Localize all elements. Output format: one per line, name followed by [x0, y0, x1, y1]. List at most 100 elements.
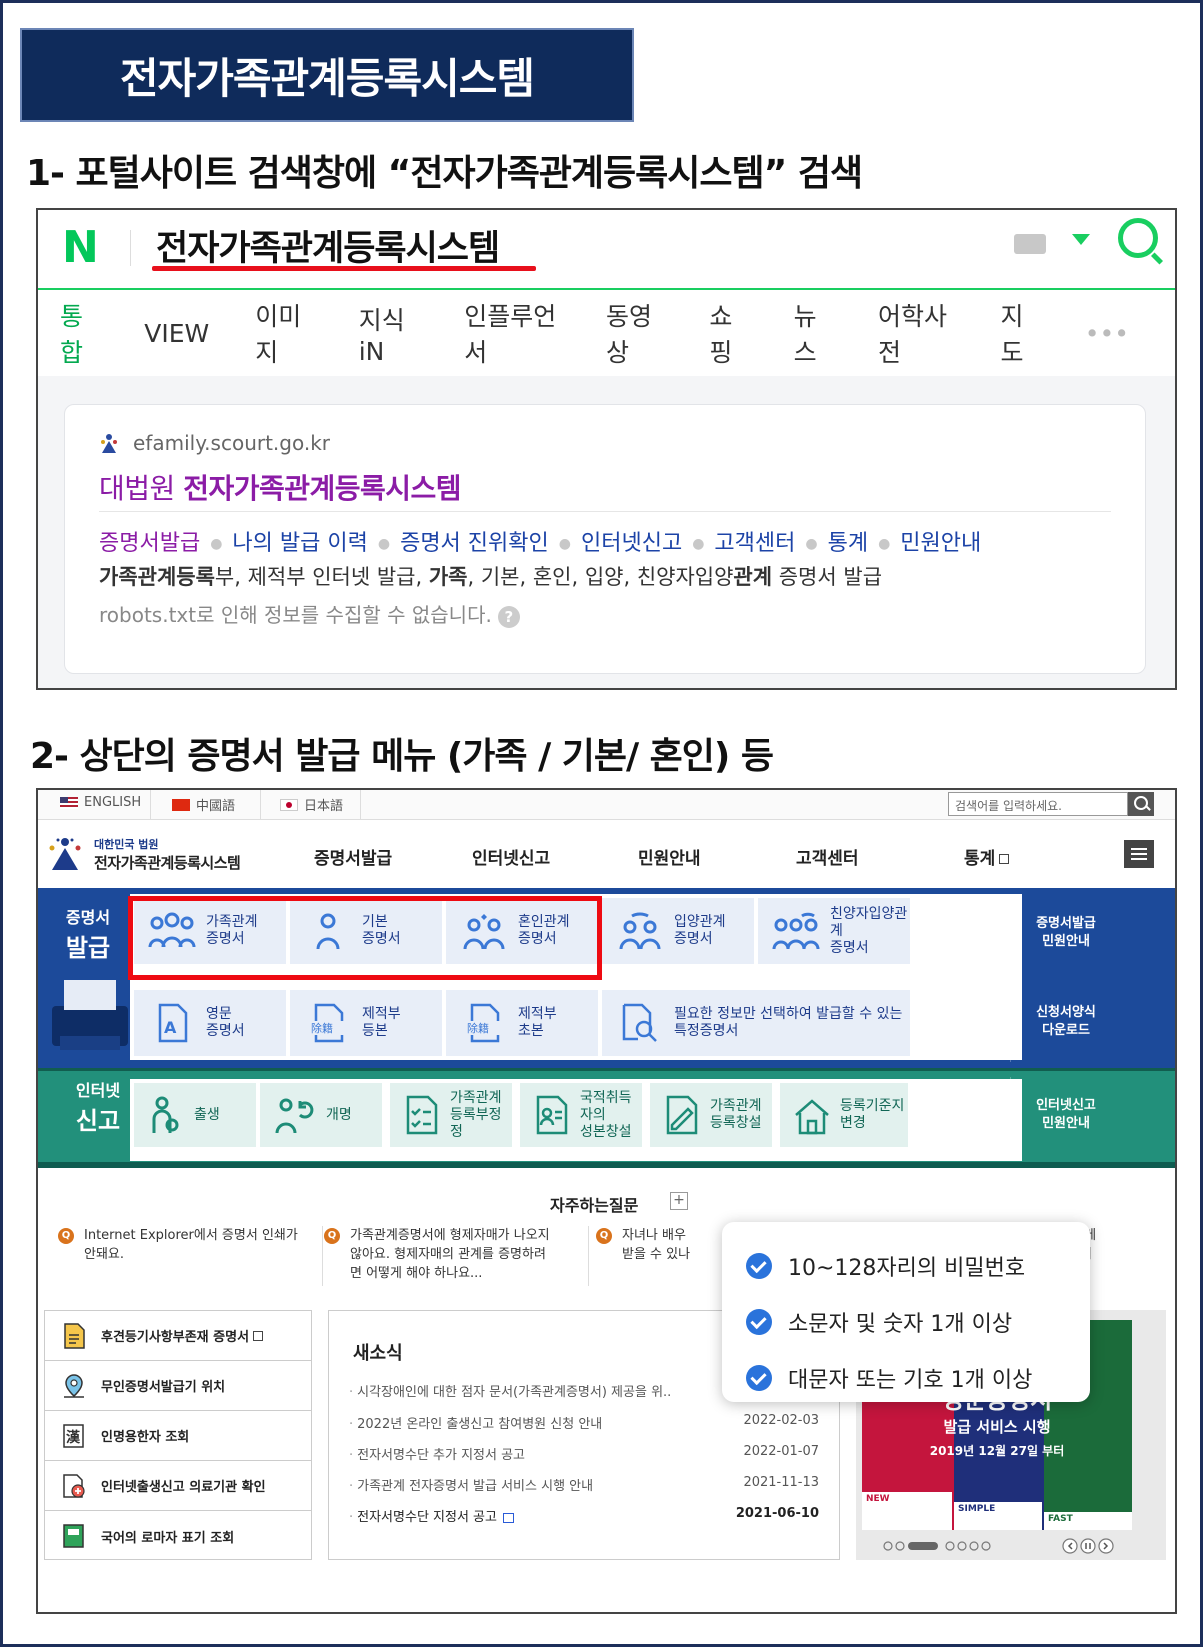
news-title: 새소식: [353, 1343, 403, 1364]
more-tabs-icon[interactable]: •••: [1085, 319, 1129, 348]
menu-statistics[interactable]: 통계: [964, 844, 1010, 869]
tab-video[interactable]: 동영상: [606, 297, 663, 369]
location-pin-icon: [64, 1373, 84, 1398]
naver-search-bar: N 전자가족관계등록시스템: [38, 210, 1175, 290]
internet-report-section: 인터넷 신고 출생 개명 가족관계 등록부정정 국적취득자의 성본창설 가족관계…: [38, 1068, 1175, 1168]
sitelink[interactable]: 증명서발급: [99, 531, 200, 556]
tile-english-cert[interactable]: A 영문 증명서: [134, 990, 286, 1056]
sitelink[interactable]: 나의 발급 이력: [232, 531, 367, 556]
faq-item[interactable]: 가족관계증명서에 형제자매가 나오지 않아요. 형제자매의 관계를 증명하려 면 어…: [350, 1226, 582, 1283]
tab-all[interactable]: 통합: [60, 297, 98, 369]
dropdown-arrow-icon[interactable]: [1072, 234, 1090, 245]
tab-influencer[interactable]: 인플루언서: [464, 297, 560, 369]
external-link-icon: [999, 854, 1010, 864]
sitelink[interactable]: 증명서 진위확인: [400, 531, 549, 556]
internet-report-label: 인터넷 신고: [75, 1081, 121, 1135]
removed-register-icon: 除籍: [310, 1003, 344, 1043]
faq-item[interactable]: 자녀나 배우 받을 수 있나: [622, 1226, 712, 1264]
tile-removed-register-abstract[interactable]: 除籍 제적부 초본: [446, 990, 598, 1056]
tile-name-change[interactable]: 개명: [260, 1083, 382, 1147]
menu-cert-issue[interactable]: 증명서발급: [314, 844, 392, 869]
tab-news[interactable]: 뉴스: [794, 297, 832, 369]
lang-english[interactable]: ENGLISH: [60, 795, 141, 810]
news-item[interactable]: · 전자서명수단 지정서 공고 2021-06-10: [349, 1506, 819, 1525]
form-download-button[interactable]: 신청서양식 다운로드: [1016, 984, 1116, 1060]
report-history-button[interactable]: 처리내역 확인: [926, 1083, 1002, 1147]
hanja-book-icon: 漢: [63, 1423, 84, 1448]
tile-adoption-cert[interactable]: 입양관계 증명서: [602, 898, 754, 964]
tab-image[interactable]: 이미지: [255, 297, 312, 369]
tile-register-creation[interactable]: 가족관계 등록창설: [650, 1083, 772, 1147]
result-url[interactable]: efamily.scourt.go.kr: [133, 431, 330, 455]
tile-specific-cert[interactable]: 필요한 정보만 선택하여 발급할 수 있는 특정증명서: [602, 990, 910, 1056]
keyboard-icon[interactable]: [1014, 234, 1046, 254]
result-card: efamily.scourt.go.kr 대법원 전자가족관계등록시스템 증명서…: [64, 404, 1146, 674]
menu-customer-center[interactable]: 고객센터: [796, 844, 859, 869]
banner-tag-new: NEW: [862, 1490, 952, 1530]
quick-birth-hospital[interactable]: 인터넷출생신고 의료기관 확인: [45, 1461, 311, 1511]
tab-dictionary[interactable]: 어학사전: [878, 297, 955, 369]
china-flag-icon: [172, 798, 190, 811]
tile-full-adoption-cert[interactable]: 친양자입양관계 증명서: [758, 898, 910, 964]
result-title-main: 전자가족관계등록시스템: [183, 472, 462, 505]
external-link-icon: [253, 1330, 264, 1341]
sitelinks: 증명서발급 ● 나의 발급 이력 ● 증명서 진위확인 ● 인터넷신고 ● 고객센터 ● 통계 ● 민원…: [99, 531, 982, 556]
search-icon[interactable]: [1118, 218, 1158, 258]
cert-verify-button[interactable]: 증명서 진위확인: [926, 898, 1002, 968]
faq-more-icon[interactable]: +: [670, 1192, 688, 1210]
tile-register-correction[interactable]: 가족관계 등록부정정: [390, 1083, 512, 1147]
news-item[interactable]: · 전자서명수단 추가 지정서 공고 2022-01-07: [349, 1444, 819, 1463]
quick-romanization[interactable]: 국어의 로마자 표기 조회: [45, 1511, 311, 1561]
tab-kin[interactable]: 지식iN: [359, 301, 419, 366]
sitelink[interactable]: 인터넷신고: [581, 531, 682, 556]
id-card-icon: [536, 1095, 568, 1135]
lang-japanese[interactable]: 日本語: [280, 795, 343, 814]
name-change-icon: [275, 1098, 314, 1134]
lang-chinese[interactable]: 中國語: [172, 795, 235, 814]
tile-registration-base-change[interactable]: 등록기준지 변경: [780, 1083, 908, 1147]
brand-small: 대한민국 법원: [94, 838, 159, 851]
document-search-icon: [622, 1003, 657, 1042]
quick-kiosk-location[interactable]: 무인증명서발급기 위치: [45, 1361, 311, 1411]
tile-removed-register-copy[interactable]: 除籍 제적부 등본: [290, 990, 442, 1056]
language-bar: ENGLISH 中國語 日本語 검색어를 입력하세요.: [38, 790, 1175, 820]
password-rule: 대문자 또는 기호 1개 이상: [746, 1362, 1032, 1394]
hamburger-menu-icon[interactable]: [1124, 840, 1154, 868]
tab-shopping[interactable]: 쇼핑: [709, 297, 747, 369]
check-circle-icon: [746, 1365, 772, 1391]
search-icon[interactable]: [1128, 792, 1154, 816]
cert-issue-guide-button[interactable]: 증명서발급 민원안내: [1016, 898, 1116, 968]
tab-view[interactable]: VIEW: [144, 319, 209, 348]
site-search-input[interactable]: 검색어를 입력하세요.: [948, 792, 1128, 816]
banner-subtitle: 발급 서비스 시행: [943, 1418, 1051, 1436]
news-item[interactable]: · 가족관계 전자증명서 발급 서비스 시행 안내 2021-11-13: [349, 1475, 819, 1494]
question-icon: Q: [596, 1228, 612, 1244]
naver-logo[interactable]: N: [62, 222, 99, 273]
quick-guardianship-cert[interactable]: 후견등기사항부존재 증명서: [45, 1311, 311, 1361]
search-input[interactable]: 전자가족관계등록시스템: [156, 220, 500, 271]
tile-birth-report[interactable]: 출생: [134, 1083, 256, 1147]
birth-icon: [152, 1096, 179, 1133]
quick-hanja-lookup[interactable]: 漢 인명용한자 조회: [45, 1411, 311, 1461]
sitelink[interactable]: 민원안내: [900, 531, 981, 556]
report-guide-button[interactable]: 인터넷신고 민원안내: [1016, 1083, 1116, 1147]
faq-title: 자주하는질문: [550, 1196, 639, 1215]
tab-map[interactable]: 지도: [1000, 297, 1038, 369]
sitelink[interactable]: 고객센터: [714, 531, 795, 556]
faq-item[interactable]: Internet Explorer에서 증명서 인쇄가 안돼요.: [84, 1226, 320, 1264]
password-rules-popup: 10~128자리의 비밀번호 소문자 및 숫자 1개 이상 대문자 또는 기호 …: [722, 1222, 1090, 1402]
result-title[interactable]: 대법원 전자가족관계등록시스템: [99, 467, 462, 507]
help-icon[interactable]: ?: [497, 606, 520, 628]
banner-pagination[interactable]: [880, 1538, 1150, 1554]
site-logo[interactable]: 대한민국 법원 전자가족관계등록시스템: [46, 832, 246, 876]
divider: [130, 230, 131, 266]
verification-english-button[interactable]: Verification of Certificate Authenticity: [918, 984, 1012, 1060]
result-description: 가족관계등록부, 제적부 인터넷 발급, 가족, 기본, 혼인, 입양, 친양자…: [99, 565, 883, 589]
menu-internet-report[interactable]: 인터넷신고: [472, 844, 550, 869]
news-item[interactable]: · 2022년 온라인 출생신고 참여병원 신청 안내 2022-02-03: [349, 1413, 819, 1432]
sitelink[interactable]: 통계: [828, 531, 868, 556]
menu-civil-guide[interactable]: 민원안내: [638, 844, 701, 869]
password-rule: 10~128자리의 비밀번호: [746, 1250, 1025, 1282]
main-navigation: 대한민국 법원 전자가족관계등록시스템 증명서발급 인터넷신고 민원안내 고객센…: [38, 820, 1175, 888]
tile-naturalized-surname[interactable]: 국적취득자의 성본창설: [520, 1083, 642, 1147]
